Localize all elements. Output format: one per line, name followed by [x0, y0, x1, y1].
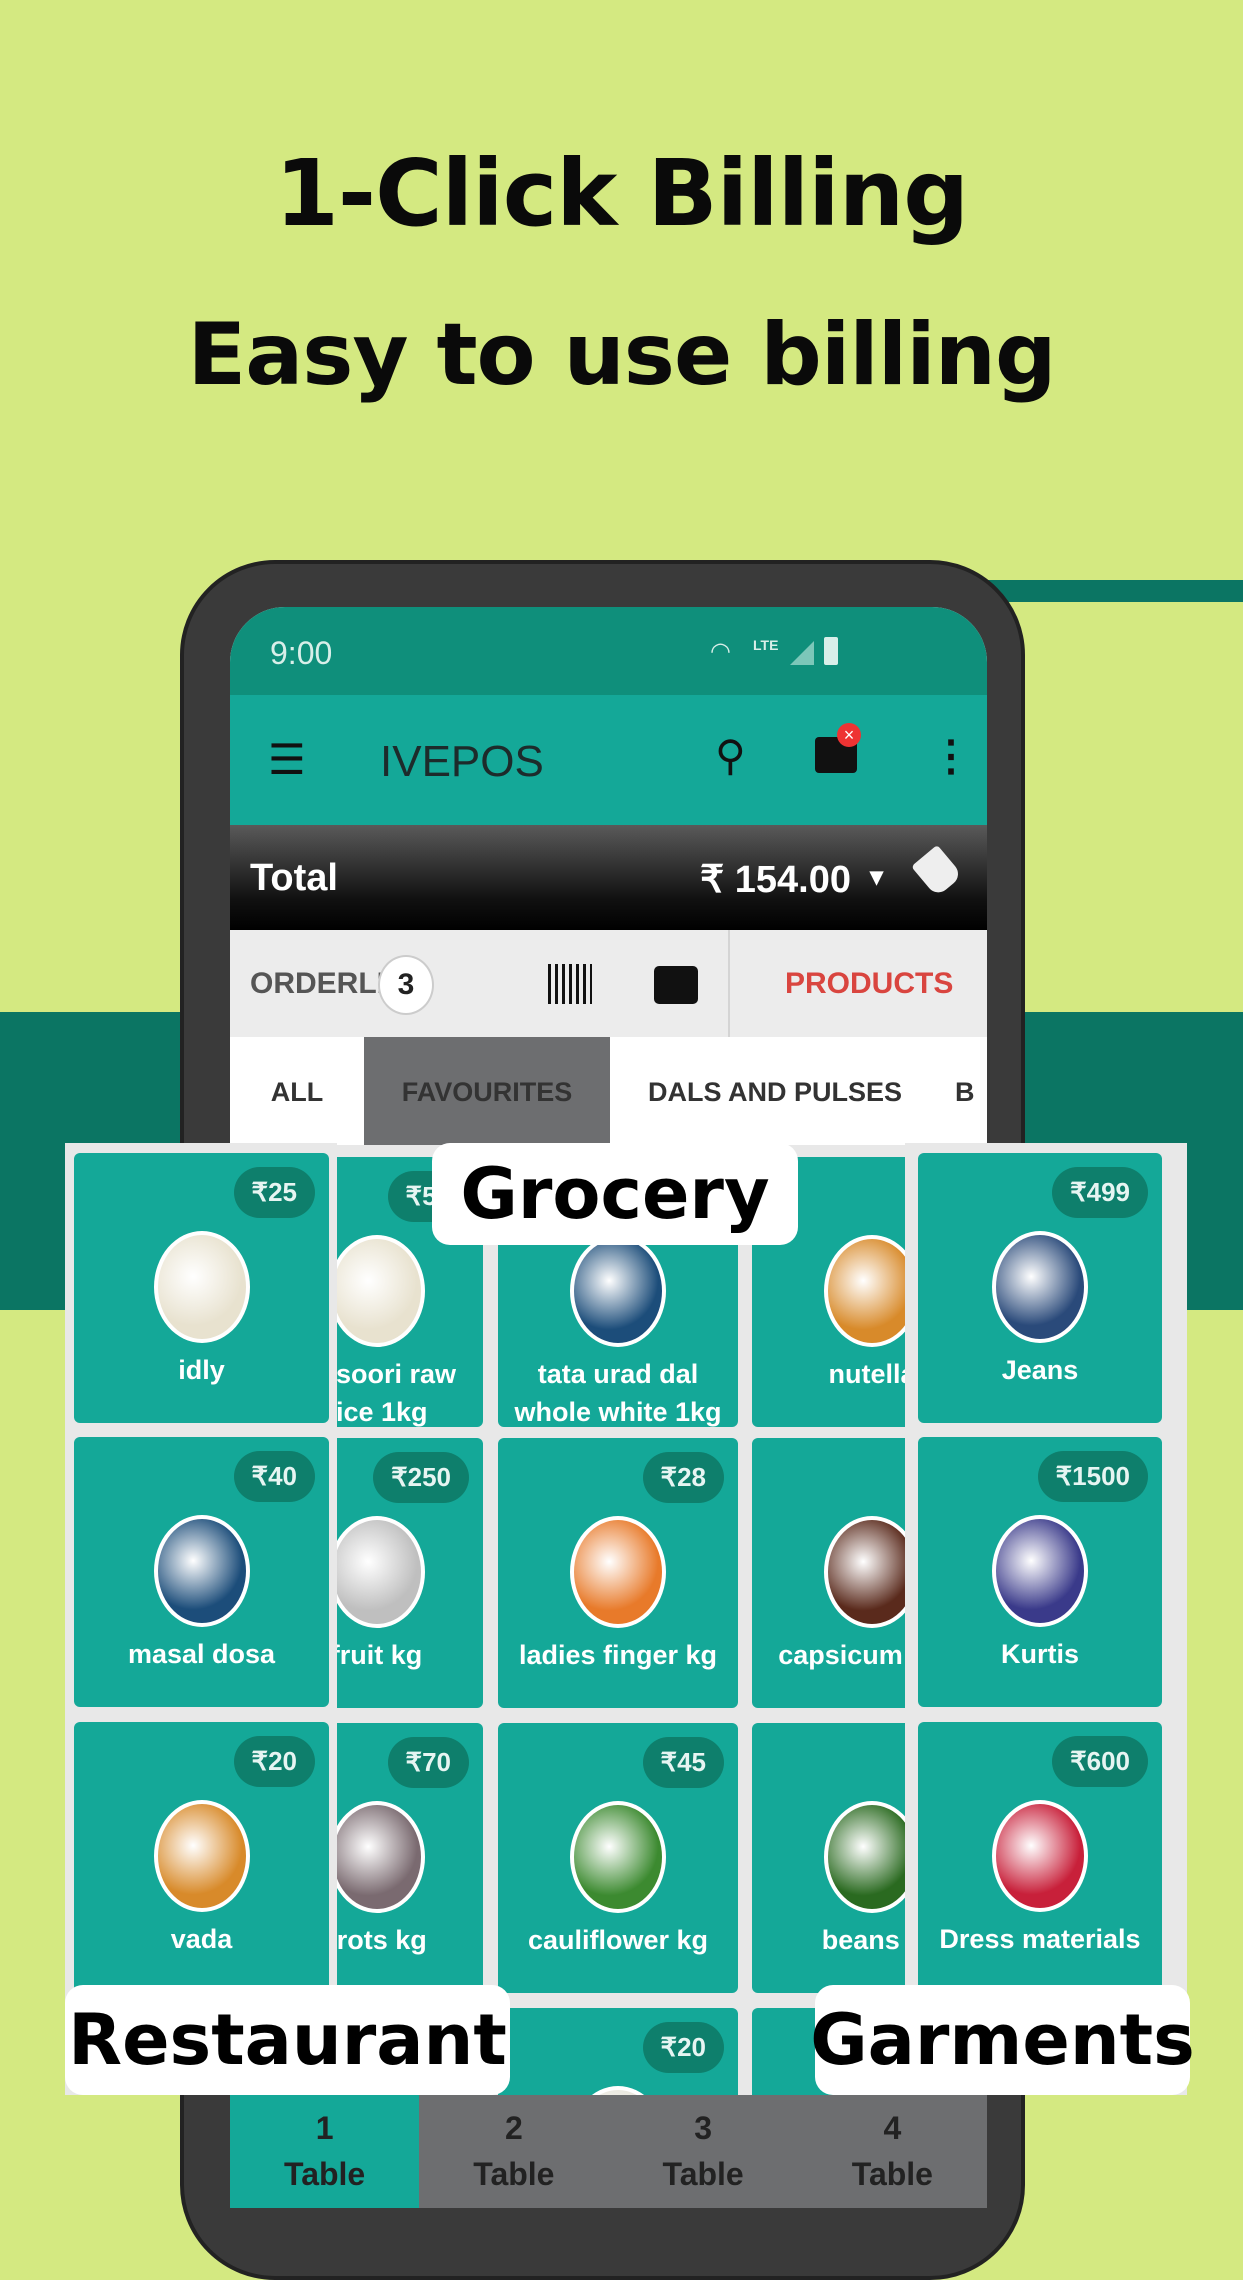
product-name: Jeans	[1001, 1355, 1079, 1385]
product-image	[570, 2086, 666, 2095]
wifi-icon: ◠	[710, 638, 731, 665]
price-badge: ₹20	[642, 2022, 724, 2073]
product-name: Kurtis	[1000, 1639, 1079, 1669]
product-card[interactable]: ₹beans k	[752, 1723, 912, 1993]
printer-error-icon[interactable]: ×	[815, 723, 861, 773]
search-icon[interactable]: ⚲	[715, 731, 746, 780]
print-icon[interactable]	[654, 966, 698, 1004]
product-name: tata urad dal whole white 1kg	[514, 1359, 722, 1427]
table-tab-2[interactable]: 2 Table	[419, 2095, 609, 2208]
product-image	[824, 1801, 912, 1913]
product-image	[992, 1515, 1088, 1627]
price-badge: ₹1500	[1037, 1451, 1148, 1502]
order-bar: ORDERLIST 3 PRODUCTS	[230, 930, 987, 1037]
barcode-icon[interactable]	[548, 964, 592, 1004]
product-image	[570, 1516, 666, 1628]
price-badge: ₹499	[1052, 1167, 1148, 1218]
product-name: masal dosa	[127, 1639, 276, 1669]
category-more[interactable]: B	[955, 1037, 987, 1147]
product-name: Dress materials	[939, 1924, 1141, 1954]
price-badge: ₹250	[373, 1452, 469, 1503]
product-name: idly	[178, 1355, 225, 1385]
product-name: cauliflower kg	[527, 1925, 709, 1955]
product-image	[570, 1801, 666, 1913]
product-card[interactable]: ₹capsicum g kg	[752, 1438, 912, 1708]
dropdown-icon[interactable]: ▾	[870, 861, 883, 892]
restaurant-panel: ₹25 idly ₹40 masal dosa ₹20 vada	[65, 1143, 337, 2095]
app-bar: ☰ IVEPOS ⚲ × ⋮	[230, 695, 987, 825]
garments-label: Garments	[810, 1985, 1195, 2095]
order-count-badge: 3	[378, 955, 434, 1015]
product-card[interactable]: ₹20	[498, 2008, 738, 2095]
product-card[interactable]: ₹70 rrots kg	[330, 1723, 483, 1993]
category-tabs: ALL FAVOURITES DALS AND PULSES B	[230, 1037, 987, 1147]
product-card[interactable]: ₹250 fruit kg	[330, 1438, 483, 1708]
price-badge: ₹70	[387, 1737, 469, 1788]
more-icon[interactable]: ⋮	[930, 731, 972, 780]
tag-icon[interactable]	[911, 844, 963, 898]
garments-panel: ₹499 Jeans ₹1500 Kurtis ₹600 Dress materials	[905, 1143, 1187, 2095]
product-image	[824, 1516, 912, 1628]
signal-icon	[790, 641, 814, 665]
subheadline: Easy to use billing	[187, 305, 1056, 405]
battery-icon	[824, 637, 838, 665]
price-badge: ₹28	[642, 1452, 724, 1503]
product-card[interactable]: ₹499 Jeans	[918, 1153, 1162, 1423]
product-image	[153, 1515, 250, 1627]
category-all[interactable]: ALL	[230, 1037, 364, 1147]
table-tab-4[interactable]: 4 Table	[797, 2095, 987, 2208]
product-name: vada	[170, 1924, 233, 1954]
status-time: 9:00	[270, 635, 333, 671]
price-badge: ₹20	[233, 1736, 315, 1787]
grocery-label: Grocery	[432, 1143, 798, 1245]
divider	[728, 930, 730, 1037]
product-name: rrots kg	[330, 1925, 427, 1955]
decor-line	[975, 580, 1243, 602]
product-image	[824, 1235, 912, 1347]
product-name: fruit kg	[330, 1640, 423, 1670]
table-tab-1[interactable]: 1 Table	[230, 2095, 420, 2208]
table-tabs: 1 Table 2 Table 3 Table 4 Table	[230, 2095, 987, 2208]
product-image	[330, 1801, 425, 1913]
product-name: beans k	[821, 1925, 912, 1955]
product-card[interactable]: ₹28 ladies finger kg	[498, 1438, 738, 1708]
table-tab-3[interactable]: 3 Table	[608, 2095, 798, 2208]
product-image	[570, 1235, 666, 1347]
product-card[interactable]: ₹1500 Kurtis	[918, 1437, 1162, 1707]
product-image	[153, 1800, 250, 1912]
product-image	[153, 1231, 250, 1343]
total-bar[interactable]: Total ₹ 154.00 ▾	[230, 825, 987, 930]
product-image	[330, 1235, 425, 1347]
product-image	[992, 1800, 1088, 1912]
price-badge: ₹25	[233, 1167, 315, 1218]
network-label: LTE	[753, 637, 779, 653]
product-card[interactable]: ₹600 Dress materials	[918, 1722, 1162, 1992]
app-title: IVEPOS	[380, 737, 544, 786]
grocery-panel: ₹56masoori raw rice 1kgtata urad dal who…	[330, 1145, 912, 2095]
price-badge: ₹45	[642, 1737, 724, 1788]
total-label: Total	[250, 857, 338, 899]
price-badge: ₹40	[233, 1451, 315, 1502]
product-card[interactable]: ₹25 idly	[74, 1153, 329, 1423]
product-name: masoori raw rice 1kg	[330, 1359, 457, 1427]
headline: 1-Click Billing	[274, 140, 969, 247]
products-tab[interactable]: PRODUCTS	[785, 967, 953, 1001]
product-name: ladies finger kg	[518, 1640, 718, 1670]
product-image	[330, 1516, 425, 1628]
category-dals-and-pulses[interactable]: DALS AND PULSES	[610, 1037, 940, 1147]
menu-icon[interactable]: ☰	[268, 735, 306, 784]
product-name: nutella	[828, 1359, 912, 1389]
category-favourites[interactable]: FAVOURITES	[364, 1037, 610, 1147]
price-badge: ₹600	[1052, 1736, 1148, 1787]
restaurant-label: Restaurant	[65, 1985, 510, 2095]
product-card[interactable]: ₹45 cauliflower kg	[498, 1723, 738, 1993]
total-amount: ₹ 154.00	[700, 859, 851, 901]
product-name: capsicum g kg	[778, 1640, 912, 1670]
product-image	[992, 1231, 1088, 1343]
product-card[interactable]: ₹40 masal dosa	[74, 1437, 329, 1707]
status-bar: 9:00 ◠ LTE	[230, 607, 987, 695]
product-card[interactable]: ₹20 vada	[74, 1722, 329, 1992]
